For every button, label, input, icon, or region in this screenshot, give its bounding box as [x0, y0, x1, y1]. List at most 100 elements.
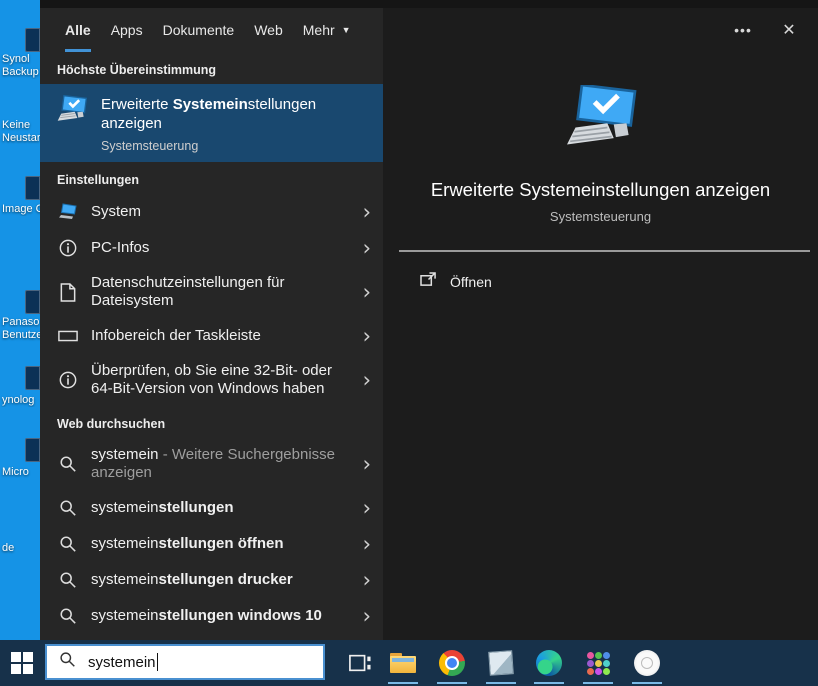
result-label: Datenschutzeinstellungen für Dateisystem	[91, 274, 363, 310]
desktop-icon[interactable]	[25, 28, 40, 52]
desktop-icon[interactable]	[25, 366, 40, 390]
suggestion-label: systemeinstellungen drucker	[91, 571, 363, 589]
preview-subtitle: Systemsteuerung	[550, 209, 651, 224]
desktop-item-label[interactable]: SynolBackup	[0, 53, 40, 79]
result-label: Infobereich der Taskleiste	[91, 327, 363, 345]
desktop-background: SynolBackup KeineNeustart Image C Panaso…	[0, 0, 40, 640]
desktop-icon[interactable]	[25, 438, 40, 462]
desktop-icon[interactable]	[25, 176, 40, 200]
notepad-icon	[488, 650, 514, 676]
flyout-controls: ••• ✕	[383, 8, 818, 52]
notepad-button[interactable]	[480, 640, 522, 686]
edge-button[interactable]	[528, 640, 570, 686]
preview-title: Erweiterte Systemeinstellungen anzeigen	[431, 179, 770, 201]
tab-alle[interactable]: Alle	[65, 8, 91, 52]
open-action[interactable]: Öffnen	[420, 272, 492, 292]
preview-divider	[399, 250, 810, 252]
tab-web[interactable]: Web	[254, 8, 283, 52]
desktop-icon[interactable]	[25, 290, 40, 314]
running-indicator	[534, 682, 564, 685]
settings-result-system[interactable]: System ›	[40, 194, 383, 230]
suggestion-label: systemeinstellungen öffnen	[91, 535, 363, 553]
taskbar-settings-icon	[57, 330, 79, 342]
web-suggestion[interactable]: systemeinstellungen öffnen ›	[40, 526, 383, 562]
desktop-item-label[interactable]: PanasoBenutze	[0, 316, 40, 342]
search-icon	[57, 571, 79, 589]
result-label: System	[91, 203, 363, 221]
search-icon	[57, 535, 79, 553]
start-button[interactable]	[0, 640, 44, 686]
settings-result-32-64-bit[interactable]: Überprüfen, ob Sie eine 32-Bit- oder 64-…	[40, 354, 383, 406]
tab-apps[interactable]: Apps	[111, 8, 143, 52]
desktop-item-label[interactable]: KeineNeustart	[0, 119, 40, 145]
best-match-result[interactable]: Erweiterte Systemeinstellungen anzeigen …	[40, 84, 383, 162]
result-label: Überprüfen, ob Sie eine 32-Bit- oder 64-…	[91, 362, 363, 398]
suggestion-label: systemeinstellungen	[91, 499, 363, 517]
search-icon	[59, 651, 76, 673]
taskbar: systemein	[0, 640, 818, 686]
search-icon	[57, 607, 79, 625]
chevron-right-icon: ›	[363, 500, 371, 516]
suggestion-label: systemein - Weitere Suchergebnisse anzei…	[91, 446, 363, 482]
desktop-item-label[interactable]: de	[0, 542, 40, 555]
web-search-header: Web durchsuchen	[40, 406, 383, 438]
running-indicator	[486, 682, 516, 685]
chevron-right-icon: ›	[363, 372, 371, 388]
laptop-icon	[57, 203, 79, 221]
background-window-edge	[40, 0, 818, 8]
white-circle-app-button[interactable]	[626, 640, 668, 686]
running-indicator	[388, 682, 418, 685]
result-label: PC-Infos	[91, 239, 363, 257]
text-cursor	[157, 653, 158, 671]
taskbar-search-input[interactable]: systemein	[45, 644, 325, 680]
results-column: Alle Apps Dokumente Web Mehr ▼ Höchste Ü…	[40, 8, 383, 640]
tab-mehr-label: Mehr	[303, 22, 335, 38]
more-options-icon[interactable]: •••	[734, 22, 752, 38]
desktop-item-label[interactable]: Image C	[0, 203, 40, 216]
chevron-right-icon: ›	[363, 240, 371, 256]
file-explorer-button[interactable]	[382, 640, 424, 686]
settings-result-pc-infos[interactable]: PC-Infos ›	[40, 230, 383, 266]
desktop-item-label[interactable]: Micro	[0, 466, 40, 479]
windows-logo-icon	[11, 652, 33, 674]
running-indicator	[583, 682, 613, 685]
windows-search-screen: SynolBackup KeineNeustart Image C Panaso…	[0, 0, 818, 686]
search-filter-tabs: Alle Apps Dokumente Web Mehr ▼	[40, 8, 383, 52]
close-icon[interactable]: ✕	[780, 20, 798, 40]
best-match-title: Erweiterte Systemeinstellungen anzeigen	[101, 95, 373, 133]
info-icon	[57, 371, 79, 389]
tab-dokumente[interactable]: Dokumente	[163, 8, 235, 52]
chevron-right-icon: ›	[363, 284, 371, 300]
chevron-right-icon: ›	[363, 204, 371, 220]
settings-header: Einstellungen	[40, 162, 383, 194]
open-external-icon	[420, 272, 437, 292]
suggestion-label: systemeinstellungen windows 10	[91, 607, 363, 625]
web-suggestion[interactable]: systemein - Weitere Suchergebnisse anzei…	[40, 438, 383, 490]
web-suggestion[interactable]: systemeinstellungen windows 10 ›	[40, 598, 383, 634]
chevron-right-icon: ›	[363, 536, 371, 552]
best-match-header: Höchste Übereinstimmung	[40, 52, 383, 84]
settings-result-infobereich[interactable]: Infobereich der Taskleiste ›	[40, 318, 383, 354]
chevron-down-icon: ▼	[342, 25, 351, 35]
tab-mehr[interactable]: Mehr ▼	[303, 8, 351, 52]
info-icon	[57, 239, 79, 257]
task-view-button[interactable]	[338, 640, 382, 686]
web-suggestion[interactable]: systemeinstellungen drucker ›	[40, 562, 383, 598]
white-circle-app-icon	[634, 650, 660, 676]
search-flyout-panel: Alle Apps Dokumente Web Mehr ▼ Höchste Ü…	[40, 8, 818, 640]
running-indicator	[437, 682, 467, 685]
app-grid-icon	[587, 652, 610, 675]
chevron-right-icon: ›	[363, 572, 371, 588]
computer-check-icon	[55, 95, 89, 130]
web-suggestion[interactable]: systemeinstellungen ›	[40, 490, 383, 526]
result-preview: Erweiterte Systemeinstellungen anzeigen …	[383, 52, 818, 292]
desktop-item-label[interactable]: ynolog	[0, 394, 40, 407]
app-grid-button[interactable]	[577, 640, 619, 686]
search-query-text: systemein	[88, 654, 156, 671]
open-label: Öffnen	[450, 274, 492, 290]
best-match-texts: Erweiterte Systemeinstellungen anzeigen …	[101, 95, 373, 153]
task-view-icon	[348, 652, 372, 674]
best-match-subtitle: Systemsteuerung	[101, 139, 373, 153]
settings-result-datenschutz[interactable]: Datenschutzeinstellungen für Dateisystem…	[40, 266, 383, 318]
chrome-button[interactable]	[431, 640, 473, 686]
